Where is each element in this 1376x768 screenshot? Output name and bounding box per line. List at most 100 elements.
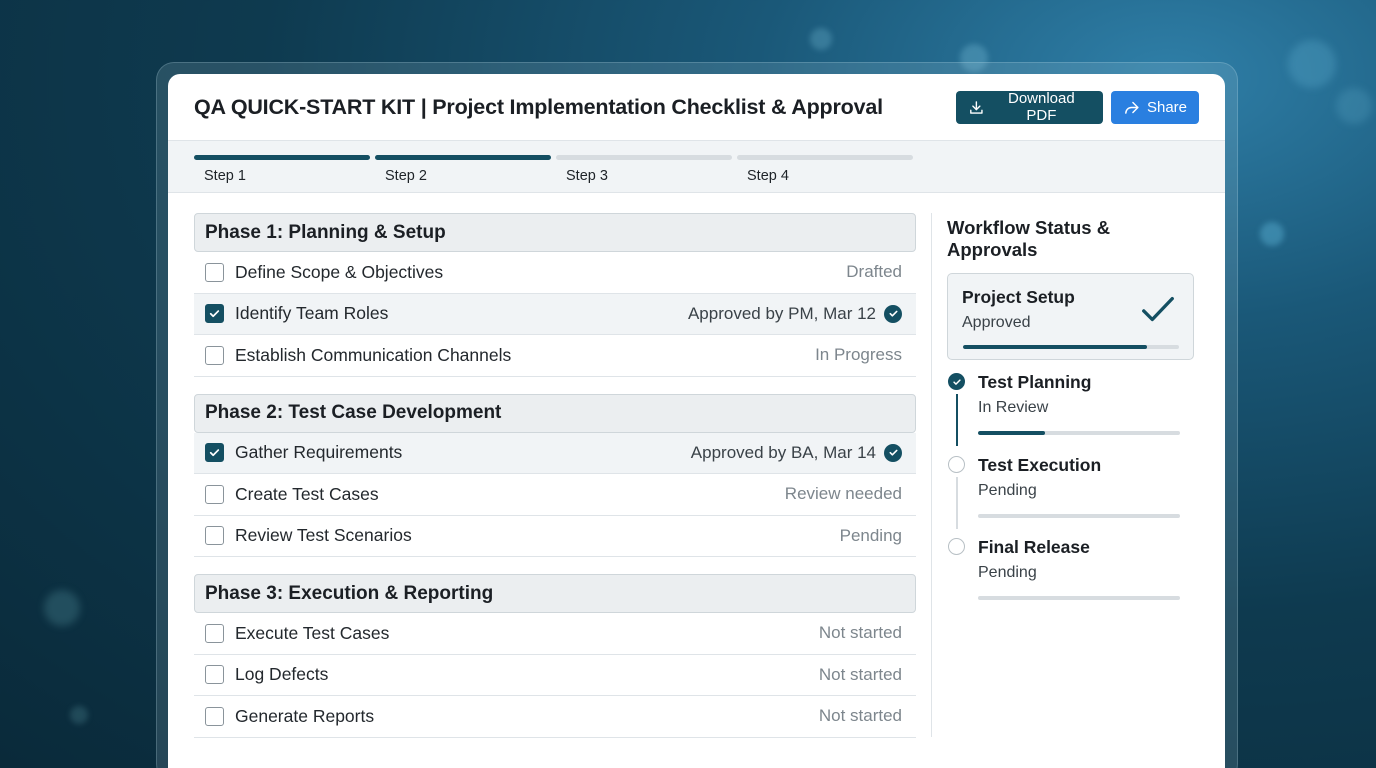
checklist-row: Create Test Cases Review needed [194,474,916,516]
header-actions: Download PDF Share [956,90,1199,124]
checkbox[interactable] [205,484,224,504]
checklist-row: Generate Reports Not started [194,696,916,738]
item-label: Log Defects [235,664,329,685]
checklist-row: Review Test Scenarios Pending [194,516,916,557]
stage-test-execution[interactable]: Test Execution Pending [947,455,1197,538]
download-pdf-button[interactable]: Download PDF [956,90,1103,124]
step-progress: Step 1 Step 2 Step 3 Step 4 [168,141,1225,193]
step-1[interactable]: Step 1 [194,155,370,184]
checklist-row: Define Scope & Objectives Drafted [194,252,916,294]
checkbox[interactable] [205,706,224,726]
checkbox[interactable] [205,623,224,643]
share-button[interactable]: Share [1111,90,1199,124]
timeline-connector [956,394,958,446]
stage-progress [978,431,1180,435]
timeline-connector [956,476,958,529]
check-icon [209,449,220,457]
phase-header: Phase 1: Planning & Setup [194,213,916,252]
check-icon [209,310,220,318]
stage-final-release[interactable]: Final Release Pending [947,537,1197,620]
item-label: Identify Team Roles [235,303,389,324]
background-bokeh [1336,88,1372,124]
phase-header: Phase 3: Execution & Reporting [194,574,916,613]
background-bokeh [1288,40,1336,88]
approved-check-icon [884,443,902,462]
stage-status: Pending [978,564,1037,581]
stage-title: Final Release [978,537,1090,557]
workflow-timeline: Test Planning In Review Test Execution P… [947,372,1197,620]
stage-progress [978,513,1180,518]
phase-header: Phase 2: Test Case Development [194,393,916,433]
item-status: Not started [818,623,902,643]
item-label: Execute Test Cases [235,622,390,643]
stage-pending-icon [948,455,965,473]
step-4[interactable]: Step 4 [737,155,913,184]
checkbox[interactable] [205,665,224,685]
step-bar [375,155,551,160]
stage-complete-icon [948,373,965,390]
step-label: Step 1 [204,168,246,184]
panel-divider [931,213,932,737]
item-status: Drafted [846,262,902,282]
item-label: Establish Communication Channels [235,344,512,365]
item-status: Not started [818,706,902,726]
step-label: Step 4 [747,168,789,184]
checkbox[interactable] [205,304,224,324]
item-label: Generate Reports [235,705,375,726]
download-pdf-label: Download PDF [1008,90,1075,124]
checklist-row: Log Defects Not started [194,655,916,696]
background-bokeh [810,28,832,50]
stage-title: Test Planning [978,372,1092,392]
stage-test-planning[interactable]: Test Planning In Review [947,372,1197,455]
page-title: QA QUICK-START KIT | Project Implementat… [194,94,883,119]
item-label: Define Scope & Objectives [235,261,444,282]
background-bokeh [70,706,88,724]
step-bar [194,155,370,160]
checklist-row: Establish Communication Channels In Prog… [194,335,916,377]
checklist: Phase 1: Planning & Setup Define Scope &… [194,213,916,755]
step-label: Step 3 [566,168,608,184]
phase-1: Phase 1: Planning & Setup Define Scope &… [194,213,916,377]
item-status: Approved by PM, Mar 12 [688,304,902,324]
background-bokeh [44,590,80,626]
project-setup-card[interactable]: Project Setup Approved [947,273,1194,360]
stage-pending-icon [948,538,965,555]
approved-check-icon [1142,296,1174,322]
item-status: Review needed [784,484,902,504]
stage-progress [978,596,1180,600]
item-status: In Progress [815,345,902,365]
item-status: Pending [839,525,902,545]
setup-progress [963,345,1179,349]
share-label: Share [1146,98,1187,116]
phase-3: Phase 3: Execution & Reporting Execute T… [194,574,916,738]
checklist-window: QA QUICK-START KIT | Project Implementat… [168,74,1225,768]
background-bokeh [1260,222,1284,246]
step-bar [556,155,732,160]
item-status: Not started [818,664,902,684]
item-label: Gather Requirements [235,442,403,463]
step-label: Step 2 [385,168,427,184]
header: QA QUICK-START KIT | Project Implementat… [168,74,1225,141]
stage-title: Test Execution [978,454,1102,475]
checklist-row: Execute Test Cases Not started [194,613,916,655]
workflow-panel: Workflow Status & Approvals Project Setu… [947,217,1197,620]
download-icon [970,100,983,114]
item-label: Review Test Scenarios [235,525,412,546]
phase-2: Phase 2: Test Case Development Gather Re… [194,393,916,557]
stage-status: Pending [978,481,1037,499]
stage-status: In Review [978,399,1049,416]
approved-check-icon [884,304,902,323]
checkbox[interactable] [205,345,224,365]
checklist-row: Gather Requirements Approved by BA, Mar … [194,432,916,474]
checkbox[interactable] [205,443,224,463]
step-3[interactable]: Step 3 [556,155,732,184]
checklist-row: Identify Team Roles Approved by PM, Mar … [194,293,916,335]
checkbox[interactable] [205,262,224,282]
share-icon [1125,101,1139,114]
step-bar [737,155,913,160]
item-status: Approved by BA, Mar 14 [691,443,902,463]
workflow-title: Workflow Status & Approvals [947,217,1111,260]
step-2[interactable]: Step 2 [375,155,551,184]
item-label: Create Test Cases [235,483,379,504]
checkbox[interactable] [205,526,224,546]
